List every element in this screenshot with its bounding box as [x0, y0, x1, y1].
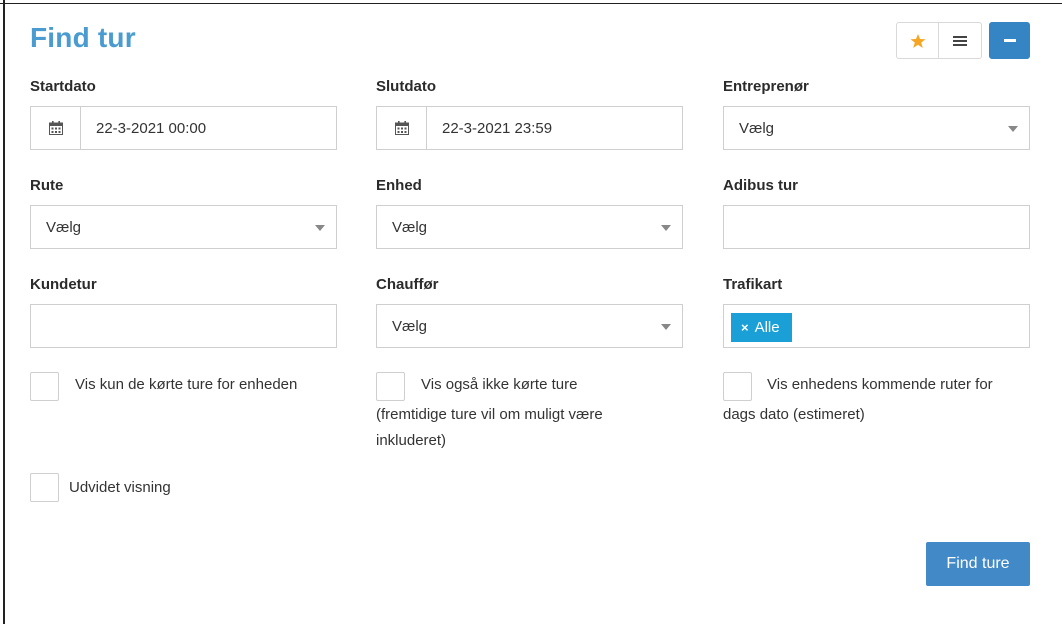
chevron-down-icon — [1008, 126, 1018, 132]
calendar-icon — [394, 121, 409, 135]
rute-label: Rute — [30, 177, 64, 194]
entreprenor-value: Vælg — [739, 119, 775, 137]
startdato-value[interactable]: 22-3-2021 00:00 — [81, 107, 336, 149]
calendar-icon — [48, 121, 63, 135]
chevron-down-icon — [661, 225, 671, 231]
rute-value: Vælg — [46, 218, 82, 236]
chevron-down-icon — [315, 225, 325, 231]
startdato-calendar-button[interactable] — [31, 107, 81, 149]
vis-kun-korte-label: Vis kun de kørte ture for enheden — [75, 376, 298, 393]
chauffor-value: Vælg — [392, 317, 428, 335]
trafikart-tag-label: Alle — [754, 319, 780, 336]
startdato-field[interactable]: 22-3-2021 00:00 — [30, 106, 337, 150]
vis-kommende-label-line1: Vis enhedens kommende ruter for — [767, 376, 993, 393]
minus-icon — [1003, 38, 1016, 42]
entreprenor-label: Entreprenør — [723, 78, 809, 95]
chauffor-select[interactable]: Vælg — [376, 304, 683, 348]
star-icon — [910, 33, 925, 48]
trafikart-label: Trafikart — [723, 276, 783, 293]
kundetur-label: Kundetur — [30, 276, 97, 293]
startdato-label: Startdato — [30, 78, 96, 95]
enhed-label: Enhed — [376, 177, 422, 194]
slutdato-field[interactable]: 22-3-2021 23:59 — [376, 106, 683, 150]
trafikart-multiselect[interactable]: × Alle — [723, 304, 1030, 348]
menu-button[interactable] — [938, 22, 982, 59]
trafikart-tag-alle: × Alle — [731, 313, 792, 342]
udvidet-visning-checkbox[interactable] — [30, 473, 59, 502]
enhed-select[interactable]: Vælg — [376, 205, 683, 249]
find-ture-button[interactable]: Find ture — [926, 542, 1030, 586]
enhed-value: Vælg — [392, 218, 428, 236]
menu-icon — [953, 35, 967, 46]
slutdato-value[interactable]: 22-3-2021 23:59 — [427, 107, 682, 149]
vis-kommende-checkbox[interactable] — [723, 372, 752, 401]
vis-ikke-korte-label-line3: inkluderet) — [376, 432, 447, 449]
vis-ikke-korte-label-line2: (fremtidige ture vil om muligt være — [376, 406, 603, 423]
vis-kommende-label-line2: dags dato (estimeret) — [723, 406, 865, 423]
vis-ikke-korte-label-line1: Vis også ikke kørte ture — [421, 376, 578, 393]
vis-kun-korte-checkbox[interactable] — [30, 372, 59, 401]
entreprenor-select[interactable]: Vælg — [723, 106, 1030, 150]
chauffor-label: Chauffør — [376, 276, 439, 293]
favorite-button[interactable] — [896, 22, 939, 59]
udvidet-visning-label: Udvidet visning — [69, 479, 171, 496]
find-tur-panel: Find tur Startdato 22-3-2021 00:00 Slutd… — [5, 4, 1062, 624]
slutdato-label: Slutdato — [376, 78, 436, 95]
adibus-tur-input[interactable] — [723, 205, 1030, 249]
collapse-button[interactable] — [989, 22, 1030, 59]
tag-remove-icon[interactable]: × — [741, 320, 749, 335]
page-title: Find tur — [30, 22, 136, 53]
adibus-tur-label: Adibus tur — [723, 177, 798, 194]
slutdato-calendar-button[interactable] — [377, 107, 427, 149]
kundetur-input[interactable] — [30, 304, 337, 348]
vis-ikke-korte-checkbox[interactable] — [376, 372, 405, 401]
rute-select[interactable]: Vælg — [30, 205, 337, 249]
chevron-down-icon — [661, 324, 671, 330]
